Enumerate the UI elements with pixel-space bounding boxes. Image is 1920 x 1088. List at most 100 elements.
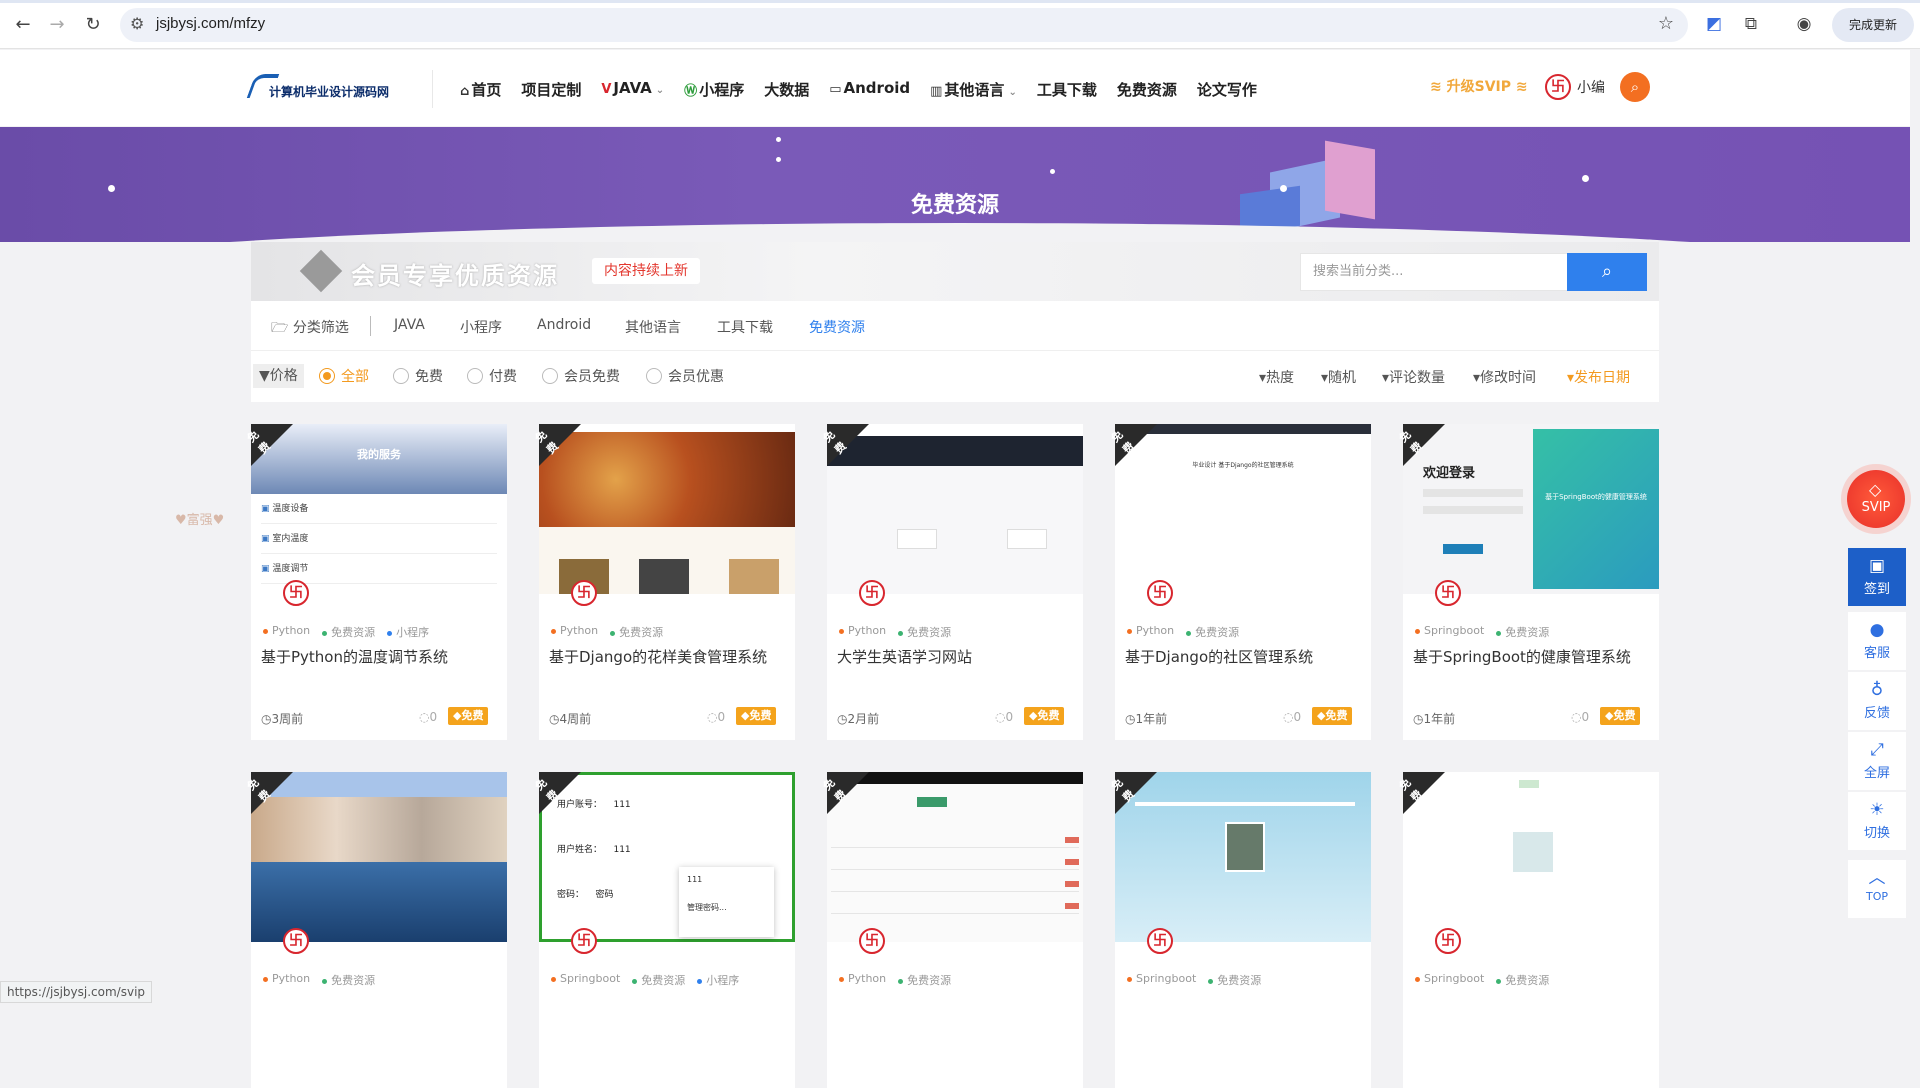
card-tag[interactable]: Python — [1127, 624, 1174, 640]
resource-card[interactable]: 免费卐 Python 免费资源 — [245, 772, 507, 1088]
card-tag[interactable]: 小程序 — [387, 624, 429, 640]
nav-item-bigdata[interactable]: 大数据 — [764, 79, 809, 100]
nav-item-custom[interactable]: 项目定制 — [521, 79, 581, 100]
author-avatar[interactable]: 卐 — [1435, 580, 1461, 606]
nav-item-free[interactable]: 免费资源 — [1117, 79, 1177, 100]
profile-icon[interactable]: ◉ — [1793, 13, 1815, 35]
card-tag[interactable]: Python — [551, 624, 598, 640]
author-avatar[interactable]: 卐 — [283, 580, 309, 606]
sidebar-toggle-theme[interactable]: ☀ 切换 — [1848, 792, 1906, 850]
header-search-button[interactable]: ⌕ — [1620, 72, 1650, 102]
category-item-java[interactable]: JAVA — [394, 317, 425, 333]
card-title[interactable]: 基于Django的社区管理系统 — [1125, 646, 1313, 667]
sort-popularity[interactable]: ▾热度 — [1259, 367, 1294, 387]
category-item-tools[interactable]: 工具下载 — [717, 317, 773, 337]
author-avatar[interactable]: 卐 — [859, 580, 885, 606]
resource-card[interactable]: 我的服务 ▣ 温度设备 ▣ 室内温度 ▣ 温度调节 免费卐 Python 免费资源 小程序 基于… — [245, 424, 507, 740]
extension-icon[interactable]: ◩ — [1703, 13, 1725, 35]
price-option-member-discount[interactable]: 会员优惠 — [646, 366, 724, 386]
sidebar-service[interactable]: ● 客服 — [1848, 612, 1906, 670]
sidebar-fullscreen[interactable]: ⤢ 全屏 — [1848, 732, 1906, 790]
resource-card[interactable]: 用户账号： 111 用户姓名： 111 密码： 密码 111 管理密码... 免费卐 Spr… — [533, 772, 795, 1088]
url-text[interactable]: jsjbysj.com/mfzy — [156, 15, 265, 32]
card-tag[interactable]: 免费资源 — [610, 624, 663, 640]
author-avatar[interactable]: 卐 — [859, 928, 885, 954]
resource-card[interactable]: 免费卐 Springboot 免费资源 — [1109, 772, 1371, 1088]
nav-item-miniprogram[interactable]: Ⓦ 小程序 — [684, 79, 744, 100]
resource-card[interactable]: 免费卐 Python 免费资源 — [821, 772, 1083, 1088]
resource-card[interactable]: 毕业设计 基于Django的社区管理系统 免费卐 Python 免费资源 基于Djang… — [1109, 424, 1371, 740]
card-tag[interactable]: Python — [839, 624, 886, 640]
card-tag[interactable]: Python — [839, 972, 886, 988]
card-comments[interactable]: ◌0 — [419, 710, 437, 724]
author-avatar[interactable]: 卐 — [1435, 928, 1461, 954]
back-arrow-icon[interactable]: ← — [12, 14, 34, 36]
card-tag[interactable]: 免费资源 — [1496, 972, 1549, 988]
forward-arrow-icon[interactable]: → — [46, 14, 68, 36]
puzzle-extensions-icon[interactable]: ⧉ — [1740, 13, 1762, 35]
card-tag[interactable]: 免费资源 — [1208, 972, 1261, 988]
category-item-free[interactable]: 免费资源 — [809, 317, 865, 337]
resource-card[interactable]: 免费卐 Springboot 免费资源 — [1397, 772, 1659, 1088]
card-tag[interactable]: Springboot — [1415, 624, 1484, 640]
card-comments[interactable]: ◌0 — [1571, 710, 1589, 724]
sidebar-checkin[interactable]: ▣ 签到 — [1848, 548, 1906, 606]
card-tag[interactable]: 免费资源 — [898, 972, 951, 988]
update-button[interactable]: 完成更新 — [1832, 8, 1914, 42]
card-title[interactable]: 基于Django的花样美食管理系统 — [549, 646, 767, 667]
user-menu[interactable]: 卐 小编 — [1545, 74, 1605, 100]
address-bar[interactable]: ⚙ jsjbysj.com/mfzy ☆ — [120, 8, 1688, 42]
bookmark-star-icon[interactable]: ☆ — [1658, 13, 1674, 34]
site-info-icon[interactable]: ⚙ — [130, 14, 144, 33]
nav-item-thesis[interactable]: 论文写作 — [1197, 79, 1257, 100]
resource-card[interactable]: 欢迎登录 基于SpringBoot的健康管理系统 免费卐 Springboot 免费资源… — [1397, 424, 1659, 740]
price-option-all[interactable]: 全部 — [319, 366, 369, 386]
sort-modified[interactable]: ▾修改时间 — [1473, 367, 1536, 387]
card-tag[interactable]: 免费资源 — [632, 972, 685, 988]
card-tag[interactable]: Python — [263, 624, 310, 640]
category-search-input[interactable]: 搜索当前分类... — [1300, 253, 1568, 291]
author-avatar[interactable]: 卐 — [1147, 928, 1173, 954]
resource-card[interactable]: 免费卐 Python 免费资源 大学生英语学习网站 ◷2月前 ◌0 ◆免费 — [821, 424, 1083, 740]
card-title[interactable]: 基于SpringBoot的健康管理系统 — [1413, 646, 1631, 667]
card-comments[interactable]: ◌0 — [1283, 710, 1301, 724]
sort-comments[interactable]: ▾评论数量 — [1382, 367, 1445, 387]
reload-icon[interactable]: ↻ — [82, 14, 104, 36]
author-avatar[interactable]: 卐 — [571, 580, 597, 606]
card-comments[interactable]: ◌0 — [995, 710, 1013, 724]
nav-item-android[interactable]: ▭ Android — [829, 79, 910, 100]
card-title[interactable]: 大学生英语学习网站 — [837, 646, 972, 667]
card-tag[interactable]: 免费资源 — [898, 624, 951, 640]
card-tag[interactable]: 小程序 — [697, 972, 739, 988]
nav-item-tools[interactable]: 工具下载 — [1037, 79, 1097, 100]
card-tag[interactable]: Python — [263, 972, 310, 988]
card-tag[interactable]: 免费资源 — [1496, 624, 1549, 640]
sort-publish-date[interactable]: ▾发布日期 — [1567, 367, 1630, 387]
category-item-miniprogram[interactable]: 小程序 — [460, 317, 502, 337]
upgrade-svip-link[interactable]: ≋ 升级SVIP ≋ — [1430, 76, 1528, 96]
author-avatar[interactable]: 卐 — [1147, 580, 1173, 606]
price-option-paid[interactable]: 付费 — [467, 366, 517, 386]
author-avatar[interactable]: 卐 — [571, 928, 597, 954]
card-tag[interactable]: Springboot — [1415, 972, 1484, 988]
nav-item-java[interactable]: V JAVA ⌄ — [601, 79, 664, 100]
price-option-member-free[interactable]: 会员免费 — [542, 366, 620, 386]
card-comments[interactable]: ◌0 — [707, 710, 725, 724]
site-logo[interactable]: 计算机毕业设计源码网 — [246, 74, 401, 102]
card-tag[interactable]: Springboot — [1127, 972, 1196, 988]
card-title[interactable]: 基于Python的温度调节系统 — [261, 646, 448, 667]
nav-item-home[interactable]: ⌂ 首页 — [460, 79, 501, 100]
card-tag[interactable]: 免费资源 — [322, 972, 375, 988]
nav-item-other-lang[interactable]: ▥ 其他语言 ⌄ — [930, 79, 1017, 100]
category-item-other[interactable]: 其他语言 — [625, 317, 681, 337]
category-item-android[interactable]: Android — [537, 317, 591, 333]
card-tag[interactable]: Springboot — [551, 972, 620, 988]
category-search-button[interactable]: ⌕ — [1567, 253, 1647, 291]
card-tag[interactable]: 免费资源 — [322, 624, 375, 640]
author-avatar[interactable]: 卐 — [283, 928, 309, 954]
card-tag[interactable]: 免费资源 — [1186, 624, 1239, 640]
resource-card[interactable]: 免费卐 Python 免费资源 基于Django的花样美食管理系统 ◷4周前 ◌0 ◆免费 — [533, 424, 795, 740]
svip-float-button[interactable]: ◇ SVIP — [1847, 470, 1905, 528]
price-option-free[interactable]: 免费 — [393, 366, 443, 386]
sidebar-back-to-top[interactable]: ︿ TOP — [1848, 860, 1906, 918]
